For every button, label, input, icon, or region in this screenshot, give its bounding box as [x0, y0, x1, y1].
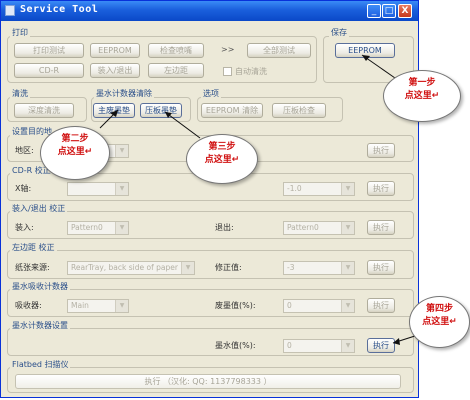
cdr-execute-button[interactable]: 执行: [367, 181, 395, 196]
auto-clean-checkbox[interactable]: [223, 67, 232, 76]
eeprom-read-button[interactable]: EEPROM: [90, 43, 140, 58]
print-test-button[interactable]: 打印测试: [14, 43, 84, 58]
correction-value: -3: [287, 263, 295, 272]
paper-source-select[interactable]: RearTray, back side of paper ▼: [67, 261, 195, 275]
title-bar[interactable]: Service Tool _ □ X: [1, 1, 418, 21]
load-label: 装入:: [15, 223, 34, 232]
load-select[interactable]: Pattern0 ▼: [67, 221, 129, 235]
correction-select[interactable]: -3 ▼: [283, 261, 355, 275]
load-group-label: 装入/退出 校正: [10, 204, 68, 214]
chevron-down-icon: ▼: [115, 222, 128, 234]
step-three-text: 点这里↵: [204, 155, 240, 165]
load-value: Pattern0: [71, 223, 103, 232]
chevron-down-icon: ▼: [115, 183, 128, 195]
step-one-annotation: 第一步 点这里↵: [383, 70, 461, 122]
step-four-annotation: 第四步 点这里↵: [409, 296, 470, 348]
waste-ink-label: 废墨值(%):: [215, 301, 256, 310]
x-axis-select[interactable]: ▼: [67, 182, 129, 196]
absorber-select[interactable]: Main ▼: [67, 299, 129, 313]
close-button[interactable]: X: [398, 4, 412, 18]
chevron-down-icon: ▼: [341, 300, 354, 312]
maximize-button[interactable]: □: [382, 4, 396, 18]
chevron-down-icon: ▼: [181, 262, 194, 274]
absorb-execute-button[interactable]: 执行: [367, 298, 395, 313]
auto-clean-label: 自动清洗: [235, 67, 267, 76]
ink-counter-execute-button[interactable]: 执行: [367, 338, 395, 353]
minimize-button[interactable]: _: [367, 4, 381, 18]
load-eject-button[interactable]: 装入/退出: [90, 63, 140, 78]
step-two-title: 第二步: [61, 134, 89, 144]
eeprom-clear-button[interactable]: EEPROM 清除: [201, 103, 263, 118]
step-one-text: 点这里↵: [404, 91, 440, 101]
clean-group-label: 清洗: [10, 89, 30, 99]
waste-ink-select[interactable]: 0 ▼: [283, 299, 355, 313]
flatbed-group-label: Flatbed 扫描仪: [10, 360, 71, 370]
cdr-value-select[interactable]: -1.0 ▼: [283, 182, 355, 196]
ink-absorb-group-label: 墨水吸收计数器: [10, 282, 70, 292]
cdr-button[interactable]: CD-R: [14, 63, 84, 78]
paper-source-label: 纸张来源:: [15, 263, 50, 272]
waste-ink-value: 0: [287, 301, 292, 310]
absorber-label: 吸收器:: [15, 301, 42, 310]
platen-pad-button[interactable]: 压板墨垫: [140, 103, 182, 118]
chevron-down-icon: ▼: [341, 340, 354, 352]
eject-value: Pattern0: [287, 223, 319, 232]
region-execute-button[interactable]: 执行: [367, 143, 395, 158]
save-eeprom-button[interactable]: EEPROM: [335, 43, 395, 58]
eject-select[interactable]: Pattern0 ▼: [283, 221, 355, 235]
app-icon: [5, 5, 15, 16]
margin-execute-button[interactable]: 执行: [367, 260, 395, 275]
region-label: 地区:: [15, 146, 34, 155]
correction-label: 修正值:: [215, 263, 242, 272]
step-two-annotation: 第二步 点这里↵: [40, 126, 110, 180]
absorber-value: Main: [71, 301, 89, 310]
ink-reset-group-label: 墨水计数器清除: [94, 89, 154, 99]
chevron-down-icon: ▼: [115, 300, 128, 312]
chevron-down-icon: ▼: [341, 183, 354, 195]
step-one-title: 第一步: [408, 78, 436, 88]
chevron-down-icon: ▼: [115, 145, 128, 157]
eject-label: 退出:: [215, 223, 234, 232]
step-three-annotation: 第三步 点这里↵: [186, 134, 258, 184]
all-test-button[interactable]: 全部测试: [247, 43, 311, 58]
window-title: Service Tool: [20, 4, 99, 15]
step-four-text: 点这里↵: [422, 317, 457, 327]
main-pad-button[interactable]: 主废墨垫: [93, 103, 135, 118]
cdr-value: -1.0: [287, 184, 302, 193]
margin-group-label: 左边距 校正: [10, 243, 57, 253]
ink-value-select[interactable]: 0 ▼: [283, 339, 355, 353]
chevron-down-icon: ▼: [341, 262, 354, 274]
service-tool-window: Service Tool _ □ X 打印 打印测试 EEPROM 检查喷嘴 >…: [0, 0, 419, 398]
save-group-label: 保存: [329, 28, 349, 38]
arrow-indicator: >>: [221, 45, 235, 54]
step-two-text: 点这里↵: [57, 147, 93, 157]
ink-value: 0: [287, 341, 292, 350]
nozzle-check-button[interactable]: 检查喷嘴: [148, 43, 204, 58]
step-four-title: 第四步: [425, 304, 453, 314]
paper-source-value: RearTray, back side of paper: [71, 263, 178, 272]
ink-counter-group-label: 墨水计数器设置: [10, 321, 70, 331]
chevron-down-icon: ▼: [341, 222, 354, 234]
x-axis-label: X轴:: [15, 184, 32, 193]
print-group-label: 打印: [10, 28, 30, 38]
platen-check-button[interactable]: 压板检查: [272, 103, 326, 118]
deep-clean-button[interactable]: 深度清洗: [14, 103, 74, 118]
flatbed-execute-button[interactable]: 执行 （汉化: QQ: 1137798333 ）: [15, 374, 401, 389]
options-group-label: 选项: [201, 89, 221, 99]
step-three-title: 第三步: [208, 142, 236, 152]
ink-value-label: 墨水值(%):: [215, 341, 256, 350]
left-margin-button[interactable]: 左边距: [148, 63, 204, 78]
load-execute-button[interactable]: 执行: [367, 220, 395, 235]
